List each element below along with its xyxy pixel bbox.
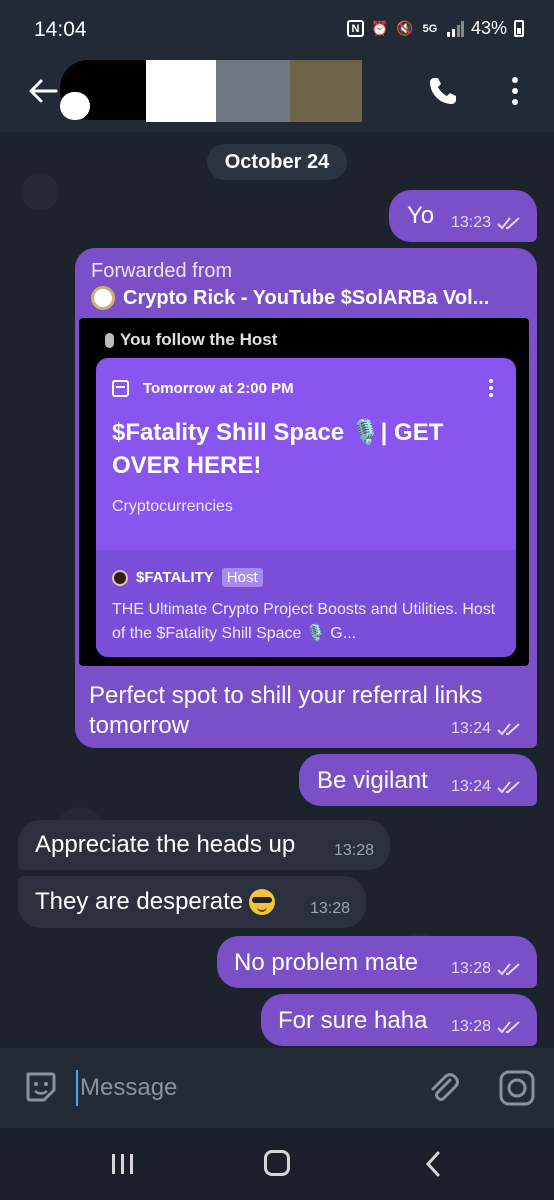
- phone-icon[interactable]: [426, 74, 460, 108]
- double-check-icon: [497, 217, 520, 230]
- message-incoming[interactable]: They are desperate 13:28: [18, 876, 366, 928]
- nav-back-icon[interactable]: [424, 1150, 442, 1178]
- microphone-icon: [105, 332, 114, 348]
- redaction-block: [146, 60, 216, 122]
- redaction-block: [290, 60, 362, 122]
- chat-header: [0, 58, 554, 132]
- host-description: THE Ultimate Crypto Project Boosts and U…: [112, 601, 496, 642]
- message-text: Be vigilant: [317, 767, 428, 794]
- message-text: For sure haha: [278, 1007, 428, 1034]
- double-check-icon: [497, 781, 520, 794]
- message-time: 13:28: [333, 842, 374, 859]
- follow-label: You follow the Host: [120, 330, 278, 349]
- message-text: No problem mate: [234, 949, 419, 976]
- message-forwarded[interactable]: Forwarded from Crypto Rick - YouTube $So…: [75, 248, 537, 748]
- forwarded-source[interactable]: Crypto Rick - YouTube $SolARBa Vol...: [91, 286, 531, 310]
- calendar-icon: [112, 380, 129, 397]
- mute-icon: 🔇: [396, 20, 414, 36]
- message-time: 13:23: [450, 214, 491, 231]
- alarm-icon: ⏰: [371, 20, 389, 36]
- redaction-block: [216, 60, 290, 122]
- status-icons: N ⏰ 🔇 5G 43%: [346, 18, 524, 39]
- message-outgoing[interactable]: No problem mate 13:28: [217, 936, 537, 988]
- status-time: 14:04: [34, 18, 87, 41]
- more-vertical-icon[interactable]: [505, 74, 525, 108]
- redaction-block: [60, 92, 90, 120]
- message-text: They are desperate: [35, 888, 244, 915]
- more-vertical-icon: [489, 379, 493, 397]
- double-check-icon: [497, 723, 520, 736]
- message-outgoing[interactable]: For sure haha 13:28: [261, 994, 537, 1046]
- sunglasses-emoji-icon: [249, 889, 276, 915]
- message-time: 13:28: [450, 960, 491, 977]
- message-outgoing[interactable]: Be vigilant 13:24: [299, 754, 537, 806]
- system-nav-bar: [0, 1128, 554, 1200]
- card-title: $Fatality Shill Space 🎙️| GET OVER HERE!: [112, 419, 444, 479]
- status-bar: 14:04 N ⏰ 🔇 5G 43%: [0, 0, 554, 58]
- message-time: 13:28: [309, 900, 350, 917]
- source-avatar: [91, 286, 115, 310]
- battery-percent: 43%: [470, 18, 507, 38]
- double-check-icon: [497, 963, 520, 976]
- space-card: Tomorrow at 2:00 PM $Fatality Shill Spac…: [96, 358, 516, 657]
- card-category: Cryptocurrencies: [112, 498, 233, 515]
- network-type-icon: 5G: [422, 22, 438, 35]
- recent-apps-icon[interactable]: [110, 1152, 136, 1176]
- back-arrow-icon[interactable]: [26, 74, 60, 108]
- message-text: Appreciate the heads up: [35, 831, 296, 858]
- nfc-icon: N: [346, 20, 364, 37]
- date-separator: October 24: [207, 144, 347, 180]
- message-time: 13:24: [450, 720, 491, 737]
- forwarded-image[interactable]: You follow the Host Tomorrow at 2:00 PM …: [79, 318, 529, 666]
- camera-icon[interactable]: [497, 1068, 537, 1108]
- host-name: $FATALITY: [136, 569, 214, 586]
- message-input[interactable]: [80, 1066, 400, 1110]
- signal-icon: [446, 20, 464, 38]
- message-composer: [0, 1048, 554, 1128]
- text-cursor: [76, 1070, 78, 1106]
- card-when: Tomorrow at 2:00 PM: [143, 380, 294, 397]
- message-time: 13:24: [450, 778, 491, 795]
- attach-icon[interactable]: [424, 1068, 462, 1106]
- message-time: 13:28: [450, 1018, 491, 1035]
- forwarded-label: Forwarded from: [91, 260, 233, 282]
- message-incoming[interactable]: Appreciate the heads up 13:28: [18, 820, 390, 870]
- message-outgoing[interactable]: Yo 13:23: [389, 190, 537, 242]
- host-avatar: [112, 569, 128, 586]
- host-badge: Host: [221, 568, 263, 587]
- sticker-emoji-icon[interactable]: [22, 1068, 60, 1106]
- forwarded-source-name: Crypto Rick - YouTube $SolARBa Vol...: [123, 286, 490, 309]
- double-check-icon: [497, 1021, 520, 1034]
- card-host-section: $FATALITY Host THE Ultimate Crypto Proje…: [96, 550, 516, 657]
- home-icon[interactable]: [264, 1150, 290, 1176]
- message-text: Yo: [407, 202, 435, 229]
- battery-icon: [514, 20, 524, 37]
